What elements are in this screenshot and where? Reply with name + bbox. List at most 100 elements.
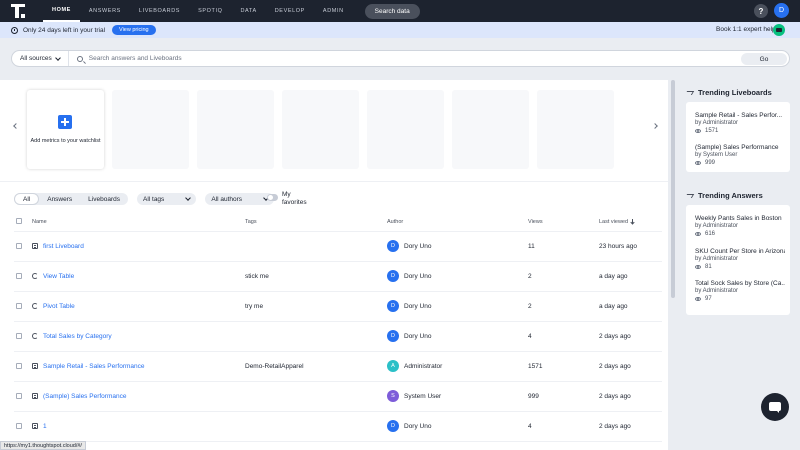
row-last-viewed: a day ago [599, 303, 628, 310]
search-input[interactable] [88, 55, 729, 62]
header-last-viewed[interactable]: Last viewed [599, 219, 634, 225]
trending-item-author: by Administrator [695, 288, 739, 294]
row-views: 1571 [528, 363, 543, 370]
table-row[interactable]: DDory Uno2 days ago [14, 441, 662, 450]
thoughtspot-logo-icon[interactable] [11, 4, 25, 18]
row-checkbox[interactable] [16, 333, 22, 339]
tags-dropdown[interactable]: All tags [136, 193, 197, 205]
expert-help-link[interactable]: Book 1:1 expert help [716, 26, 776, 33]
table-row[interactable]: Total Sales by Category D Dory Uno 4 2 days … [14, 321, 662, 351]
main-scrollbar[interactable] [671, 80, 675, 298]
row-checkbox[interactable] [16, 363, 22, 369]
table-row[interactable]: View Table stick me D Dory Uno 2 a day ago [14, 261, 662, 291]
eye-icon [695, 297, 701, 301]
search-icon [76, 55, 83, 62]
row-name-link[interactable]: Total Sales by Category [43, 333, 112, 340]
trending-liveboard-item[interactable]: Sample Retail - Sales Perfor... by Admin… [695, 112, 785, 134]
row-views: 999 [528, 393, 539, 400]
nav-liveboards[interactable]: LIVEBOARDS [130, 0, 189, 22]
top-nav: HOME ANSWERS LIVEBOARDS SPOTIQ DATA DEVE… [0, 0, 800, 22]
watchlist-placeholder-card [452, 90, 529, 169]
table-row[interactable]: Sample Retail - Sales Performance Demo-Re… [14, 351, 662, 381]
chevron-right-icon[interactable] [652, 123, 658, 129]
row-tag: try me [245, 303, 264, 310]
header-name[interactable]: Name [32, 219, 47, 225]
video-call-icon[interactable] [773, 24, 785, 36]
user-avatar[interactable]: D [774, 3, 789, 18]
search-data-button[interactable]: Search data [364, 3, 420, 19]
eye-icon [695, 265, 701, 269]
nav-develop[interactable]: DEVELOP [266, 0, 314, 22]
trending-item-views: 81 [695, 264, 785, 270]
author-avatar: D [387, 270, 399, 282]
nav-answers[interactable]: ANSWERS [80, 0, 130, 22]
go-button[interactable]: Go [741, 53, 787, 65]
chevron-down-icon [185, 195, 192, 201]
author-avatar: D [387, 330, 399, 342]
liveboard-icon [32, 363, 38, 369]
table-row[interactable]: (Sample) Sales Performance S System User 99… [14, 381, 662, 411]
row-views: 11 [528, 243, 535, 250]
filter-answers[interactable]: Answers [39, 193, 80, 205]
row-checkbox[interactable] [16, 303, 22, 309]
nav-admin[interactable]: ADMIN [314, 0, 353, 22]
answer-icon [32, 333, 38, 339]
trending-item-author: by Administrator [695, 256, 739, 262]
trending-item-views: 999 [695, 160, 785, 166]
row-views: 4 [528, 423, 532, 430]
nav-spotiq[interactable]: SPOTIQ [189, 0, 231, 22]
trending-item-author: by System User [695, 152, 738, 158]
liveboard-icon [32, 243, 38, 249]
trending-item-view-count: 81 [705, 264, 712, 270]
trending-answer-item[interactable]: Weekly Pants Sales in Boston by Administ… [695, 215, 785, 237]
nav-home[interactable]: HOME [43, 0, 80, 22]
row-checkbox[interactable] [16, 423, 22, 429]
watchlist-placeholder-card [537, 90, 614, 169]
table-row[interactable]: 1 D Dory Uno 4 2 days ago [14, 411, 662, 441]
trending-item-name: (Sample) Sales Performance [695, 144, 779, 151]
row-views: 2 [528, 303, 532, 310]
select-all-checkbox[interactable] [16, 218, 22, 224]
watchlist-placeholder-card [282, 90, 359, 169]
trending-item-author: by Administrator [695, 223, 739, 229]
trending-liveboard-item[interactable]: (Sample) Sales Performance by System Use… [695, 144, 785, 166]
chat-support-button[interactable] [761, 393, 789, 421]
filter-all[interactable]: All [14, 193, 40, 205]
row-name-link[interactable]: 1 [43, 423, 47, 430]
row-checkbox[interactable] [16, 243, 22, 249]
header-views[interactable]: Views [528, 219, 543, 225]
favorites-toggle[interactable] [267, 194, 278, 201]
row-checkbox[interactable] [16, 273, 22, 279]
trending-item-author: by Administrator [695, 120, 739, 126]
row-checkbox[interactable] [16, 393, 22, 399]
add-metric-card[interactable]: Add metrics to your watchlist [27, 90, 104, 169]
row-name-link[interactable]: Sample Retail - Sales Performance [43, 363, 145, 370]
row-name-link[interactable]: View Table [43, 273, 74, 280]
row-last-viewed: a day ago [599, 273, 628, 280]
header-author[interactable]: Author [387, 219, 403, 225]
authors-dropdown[interactable]: All authors [205, 193, 275, 205]
filter-liveboards[interactable]: Liveboards [80, 193, 128, 205]
trending-icon [684, 90, 695, 95]
table-row[interactable]: Pivot Table try me D Dory Uno 2 a day ago [14, 291, 662, 321]
nav-data[interactable]: DATA [231, 0, 265, 22]
view-pricing-button[interactable]: View pricing [112, 25, 156, 35]
trending-answers-title: Trending Answers [684, 191, 763, 200]
row-name-link[interactable]: first Liveboard [43, 243, 84, 250]
help-icon[interactable]: ? [754, 4, 768, 18]
trial-banner: Only 24 days left in your trial View pri… [0, 22, 800, 38]
row-author: Dory Uno [404, 423, 432, 430]
table-row[interactable]: first Liveboard D Dory Uno 11 23 hours ago [14, 231, 662, 261]
chevron-left-icon[interactable] [13, 123, 19, 129]
answer-icon [32, 303, 38, 309]
sources-dropdown[interactable]: All sources [12, 51, 69, 66]
author-avatar: D [387, 240, 399, 252]
tags-dropdown-label: All tags [142, 195, 165, 203]
authors-dropdown-label: All authors [211, 195, 243, 203]
author-avatar: D [387, 420, 399, 432]
trending-answer-item[interactable]: SKU Count Per Store in Arizona by Admini… [695, 248, 785, 270]
row-views: 4 [528, 333, 532, 340]
trending-answer-item[interactable]: Total Sock Sales by Store (Ca... by Admi… [695, 280, 785, 302]
row-name-link[interactable]: Pivot Table [43, 303, 75, 310]
row-name-link[interactable]: (Sample) Sales Performance [43, 393, 126, 400]
